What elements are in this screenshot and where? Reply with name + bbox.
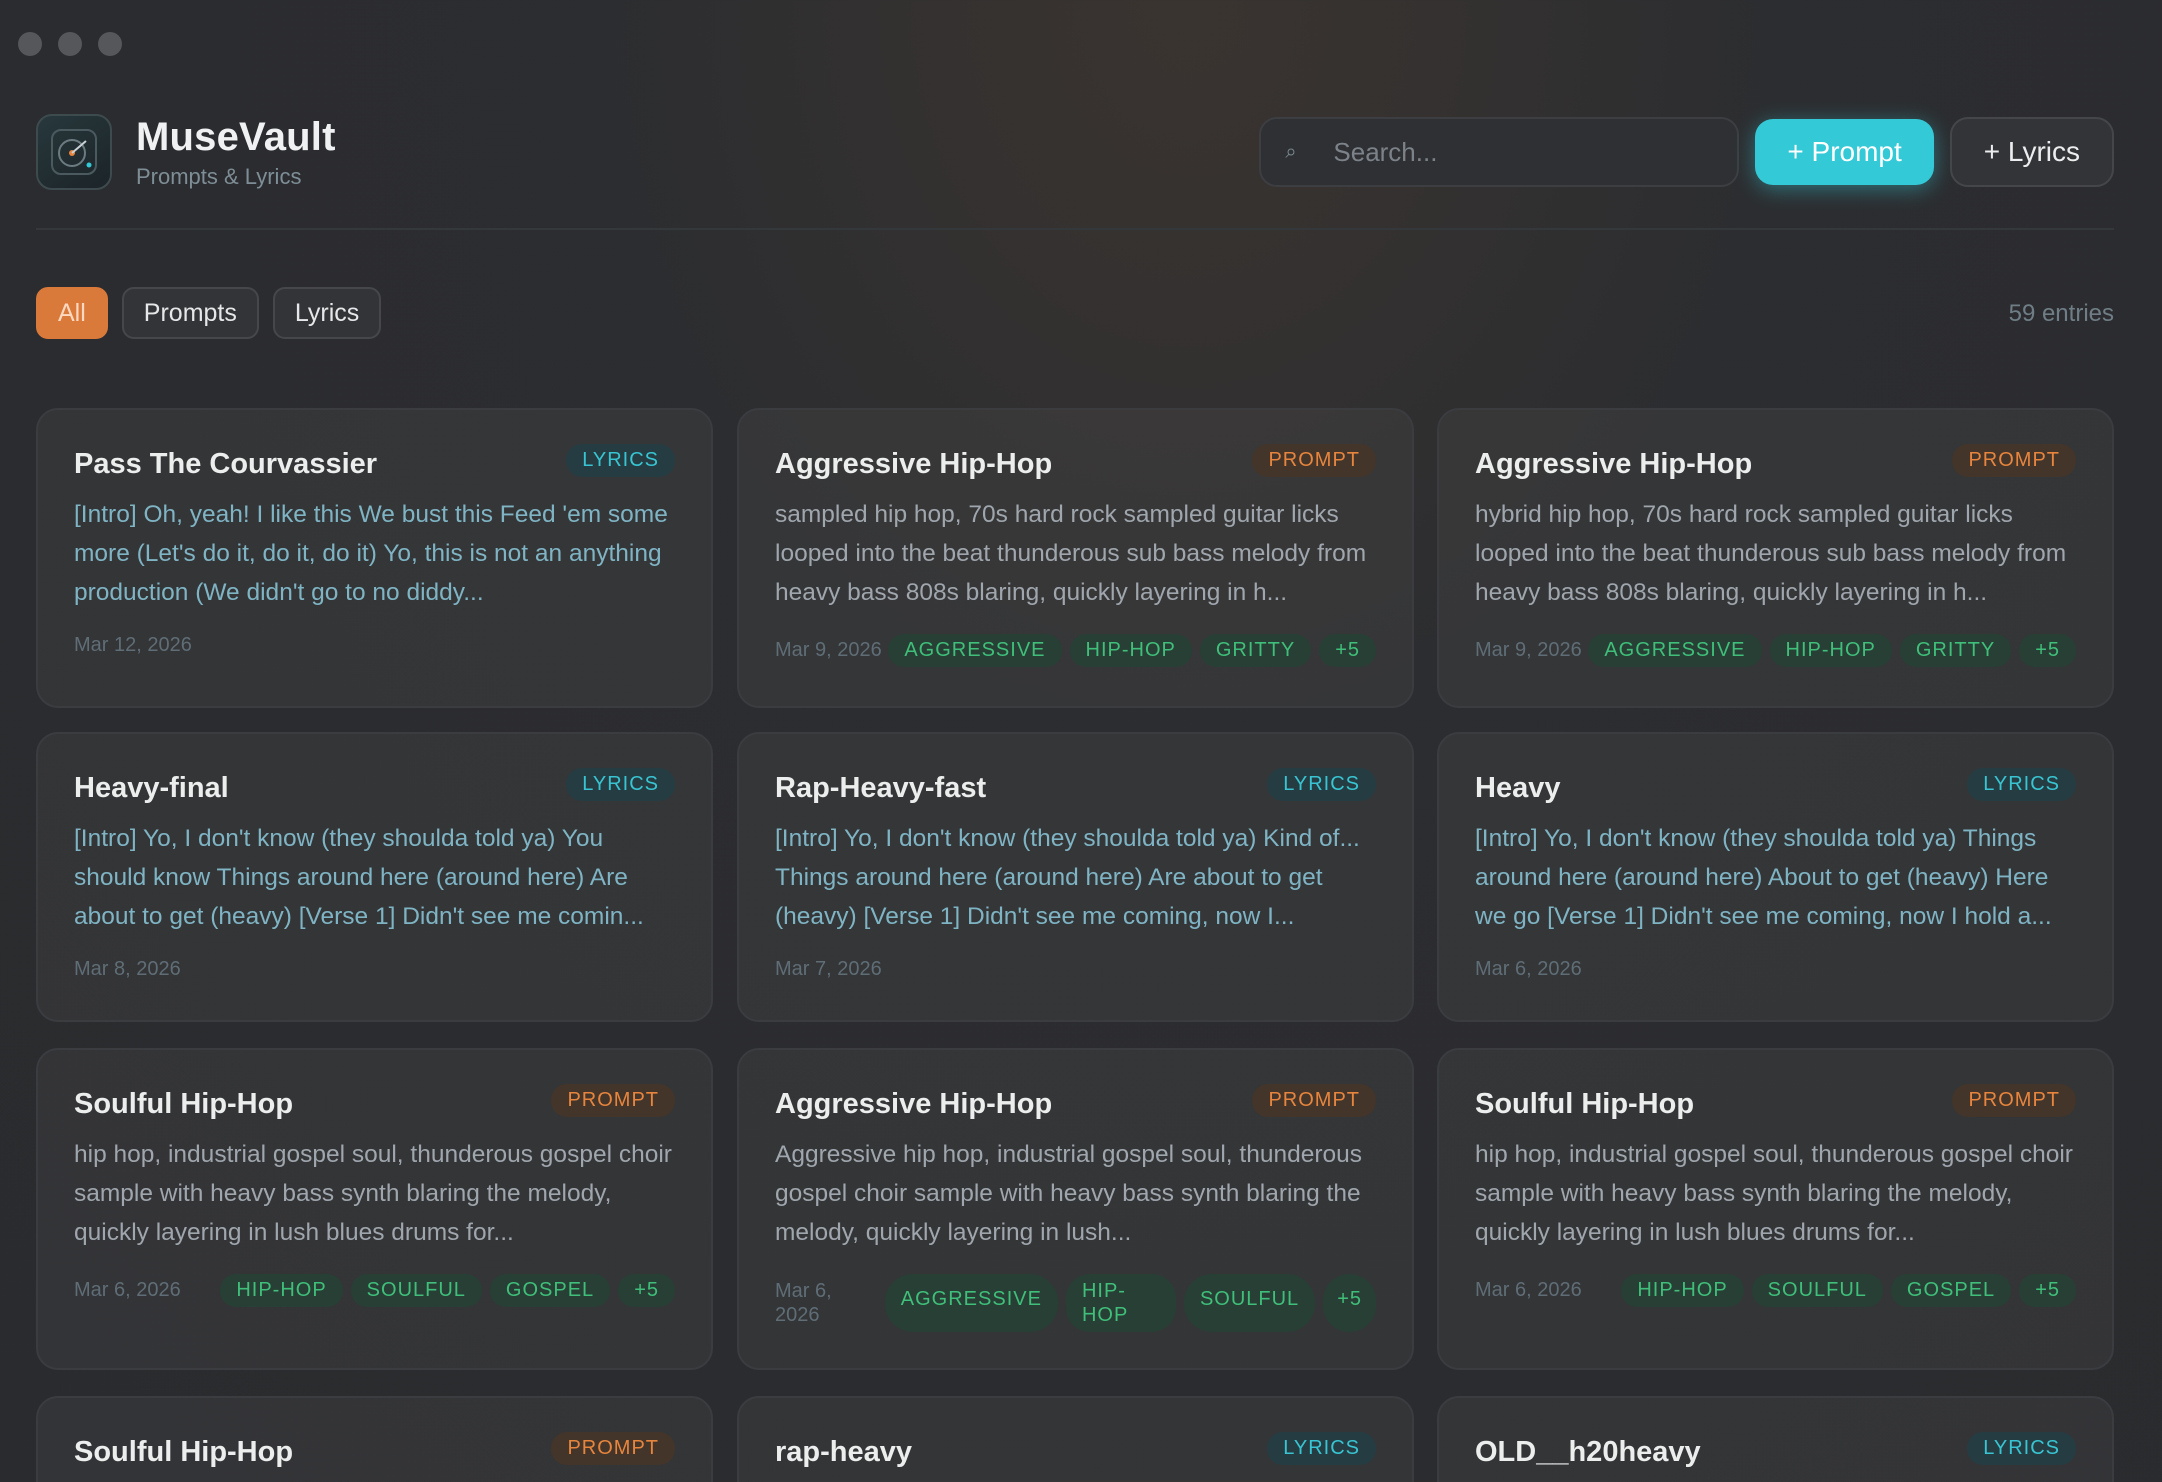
card-date: Mar 6, 2026 xyxy=(1475,1279,1582,1301)
tag[interactable]: HIP-HOP xyxy=(1069,634,1192,667)
card-date: Mar 12, 2026 xyxy=(74,634,192,656)
entry-card[interactable]: Heavy LYRICS [Intro] Yo, I don't know (th… xyxy=(1437,732,2114,1022)
entry-card[interactable]: rap-heavy LYRICS xyxy=(737,1396,1414,1482)
type-badge: PROMPT xyxy=(551,1084,675,1117)
type-badge: PROMPT xyxy=(1952,444,2076,477)
tag[interactable]: HIP-HOP xyxy=(1769,634,1892,667)
tag[interactable]: AGGRESSIVE xyxy=(888,634,1062,667)
card-date: Mar 8, 2026 xyxy=(74,958,181,980)
type-badge: PROMPT xyxy=(1252,1084,1376,1117)
card-title: Aggressive Hip-Hop xyxy=(775,1088,1053,1120)
entry-card[interactable]: Pass The Courvassier LYRICS [Intro] Oh, y… xyxy=(36,408,713,708)
tag[interactable]: GRITTY xyxy=(1899,634,2012,667)
tag[interactable]: HIP-HOP xyxy=(1065,1274,1176,1332)
tag[interactable]: GOSPEL xyxy=(489,1274,611,1307)
header-divider xyxy=(36,228,2114,230)
entry-card[interactable]: OLD__h20heavy LYRICS xyxy=(1437,1396,2114,1482)
card-preview: hip hop, industrial gospel soul, thunder… xyxy=(1475,1141,2073,1246)
card-date: Mar 6, 2026 xyxy=(1475,958,1582,980)
entry-card[interactable]: Aggressive Hip-Hop PROMPT hybrid hip hop,… xyxy=(1437,408,2114,708)
type-badge: PROMPT xyxy=(1252,444,1376,477)
card-date: Mar 6, 2026 xyxy=(74,1279,181,1301)
card-preview: [Intro] Yo, I don't know (they shoulda t… xyxy=(775,825,1360,930)
entry-card[interactable]: Soulful Hip-Hop PROMPT hip hop, industria… xyxy=(36,1048,713,1370)
card-date: Mar 6, 2026 xyxy=(775,1280,832,1326)
type-badge: LYRICS xyxy=(1267,768,1376,801)
tag[interactable]: HIP-HOP xyxy=(220,1274,343,1307)
entry-card[interactable]: Aggressive Hip-Hop PROMPT sampled hip hop… xyxy=(737,408,1414,708)
type-badge: LYRICS xyxy=(566,444,675,477)
card-title: Soulful Hip-Hop xyxy=(74,1436,294,1468)
window-close-button[interactable] xyxy=(18,32,42,56)
add-lyrics-button[interactable]: + Lyrics xyxy=(1949,117,2114,187)
search-icon: ⌕ xyxy=(1285,140,1297,163)
type-badge: PROMPT xyxy=(1952,1084,2076,1117)
type-badge: LYRICS xyxy=(566,768,675,801)
type-badge: LYRICS xyxy=(1267,1432,1376,1465)
card-preview: [Intro] Oh, yeah! I like this We bust th… xyxy=(74,501,668,606)
card-preview: Aggressive hip hop, industrial gospel so… xyxy=(775,1141,1363,1246)
card-date: Mar 9, 2026 xyxy=(775,639,882,661)
type-badge: PROMPT xyxy=(551,1432,675,1465)
tag[interactable]: SOULFUL xyxy=(1183,1274,1316,1332)
more-tags[interactable]: +5 xyxy=(2019,1274,2076,1307)
tag[interactable]: HIP-HOP xyxy=(1621,1274,1744,1307)
filter-bar: All Prompts Lyrics xyxy=(36,287,382,339)
card-title: Heavy-final xyxy=(74,772,229,804)
card-title: Pass The Courvassier xyxy=(74,448,378,480)
window-maximize-button[interactable] xyxy=(98,32,122,56)
card-title: Aggressive Hip-Hop xyxy=(775,448,1053,480)
tag[interactable]: AGGRESSIVE xyxy=(884,1274,1058,1332)
search-input[interactable] xyxy=(1333,136,1734,168)
more-tags[interactable]: +5 xyxy=(1319,634,1376,667)
tag[interactable]: SOULFUL xyxy=(350,1274,482,1307)
add-prompt-button[interactable]: + Prompt xyxy=(1755,119,1934,185)
card-title: Soulful Hip-Hop xyxy=(1475,1088,1695,1120)
card-preview: [Intro] Yo, I don't know (they shoulda t… xyxy=(74,825,644,930)
more-tags[interactable]: +5 xyxy=(1323,1274,1376,1332)
entry-card[interactable]: Heavy-final LYRICS [Intro] Yo, I don't kn… xyxy=(36,732,713,1022)
tag[interactable]: GOSPEL xyxy=(1890,1274,2012,1307)
card-preview: sampled hip hop, 70s hard rock sampled g… xyxy=(775,501,1367,606)
card-title: OLD__h20heavy xyxy=(1475,1436,1701,1468)
more-tags[interactable]: +5 xyxy=(2019,634,2076,667)
card-date: Mar 9, 2026 xyxy=(1475,639,1582,661)
card-preview: [Intro] Yo, I don't know (they shoulda t… xyxy=(1475,825,2052,930)
filter-prompts[interactable]: Prompts xyxy=(121,287,259,339)
filter-all[interactable]: All xyxy=(36,287,108,339)
entry-card[interactable]: Rap-Heavy-fast LYRICS [Intro] Yo, I don't… xyxy=(737,732,1414,1022)
tag[interactable]: SOULFUL xyxy=(1751,1274,1883,1307)
card-title: rap-heavy xyxy=(775,1436,913,1468)
entry-card[interactable]: Soulful Hip-Hop PROMPT hip hop, industria… xyxy=(1437,1048,2114,1370)
entry-card[interactable]: Soulful Hip-Hop PROMPT xyxy=(36,1396,713,1482)
entry-card[interactable]: Aggressive Hip-Hop PROMPT Aggressive hip … xyxy=(737,1048,1414,1370)
search-box[interactable]: ⌕ xyxy=(1259,117,1740,187)
vinyl-turntable-icon xyxy=(36,114,112,190)
window-controls xyxy=(18,32,122,56)
card-preview: hip hop, industrial gospel soul, thunder… xyxy=(74,1141,672,1246)
more-tags[interactable]: +5 xyxy=(618,1274,675,1307)
card-title: Aggressive Hip-Hop xyxy=(1475,448,1753,480)
filter-lyrics[interactable]: Lyrics xyxy=(272,287,382,339)
card-date: Mar 7, 2026 xyxy=(775,958,882,980)
entry-count: 59 entries xyxy=(2008,300,2114,327)
card-title: Heavy xyxy=(1475,772,1561,804)
window-minimize-button[interactable] xyxy=(58,32,82,56)
type-badge: LYRICS xyxy=(1967,768,2076,801)
tag[interactable]: AGGRESSIVE xyxy=(1588,634,1762,667)
app-header: MuseVault Prompts & Lyrics ⌕ + Prompt + … xyxy=(36,112,2114,192)
tag[interactable]: GRITTY xyxy=(1199,634,1312,667)
app-subtitle: Prompts & Lyrics xyxy=(136,163,302,189)
card-preview: hybrid hip hop, 70s hard rock sampled gu… xyxy=(1475,501,2067,606)
app-title: MuseVault xyxy=(136,114,336,159)
card-title: Rap-Heavy-fast xyxy=(775,772,987,804)
card-title: Soulful Hip-Hop xyxy=(74,1088,294,1120)
type-badge: LYRICS xyxy=(1967,1432,2076,1465)
